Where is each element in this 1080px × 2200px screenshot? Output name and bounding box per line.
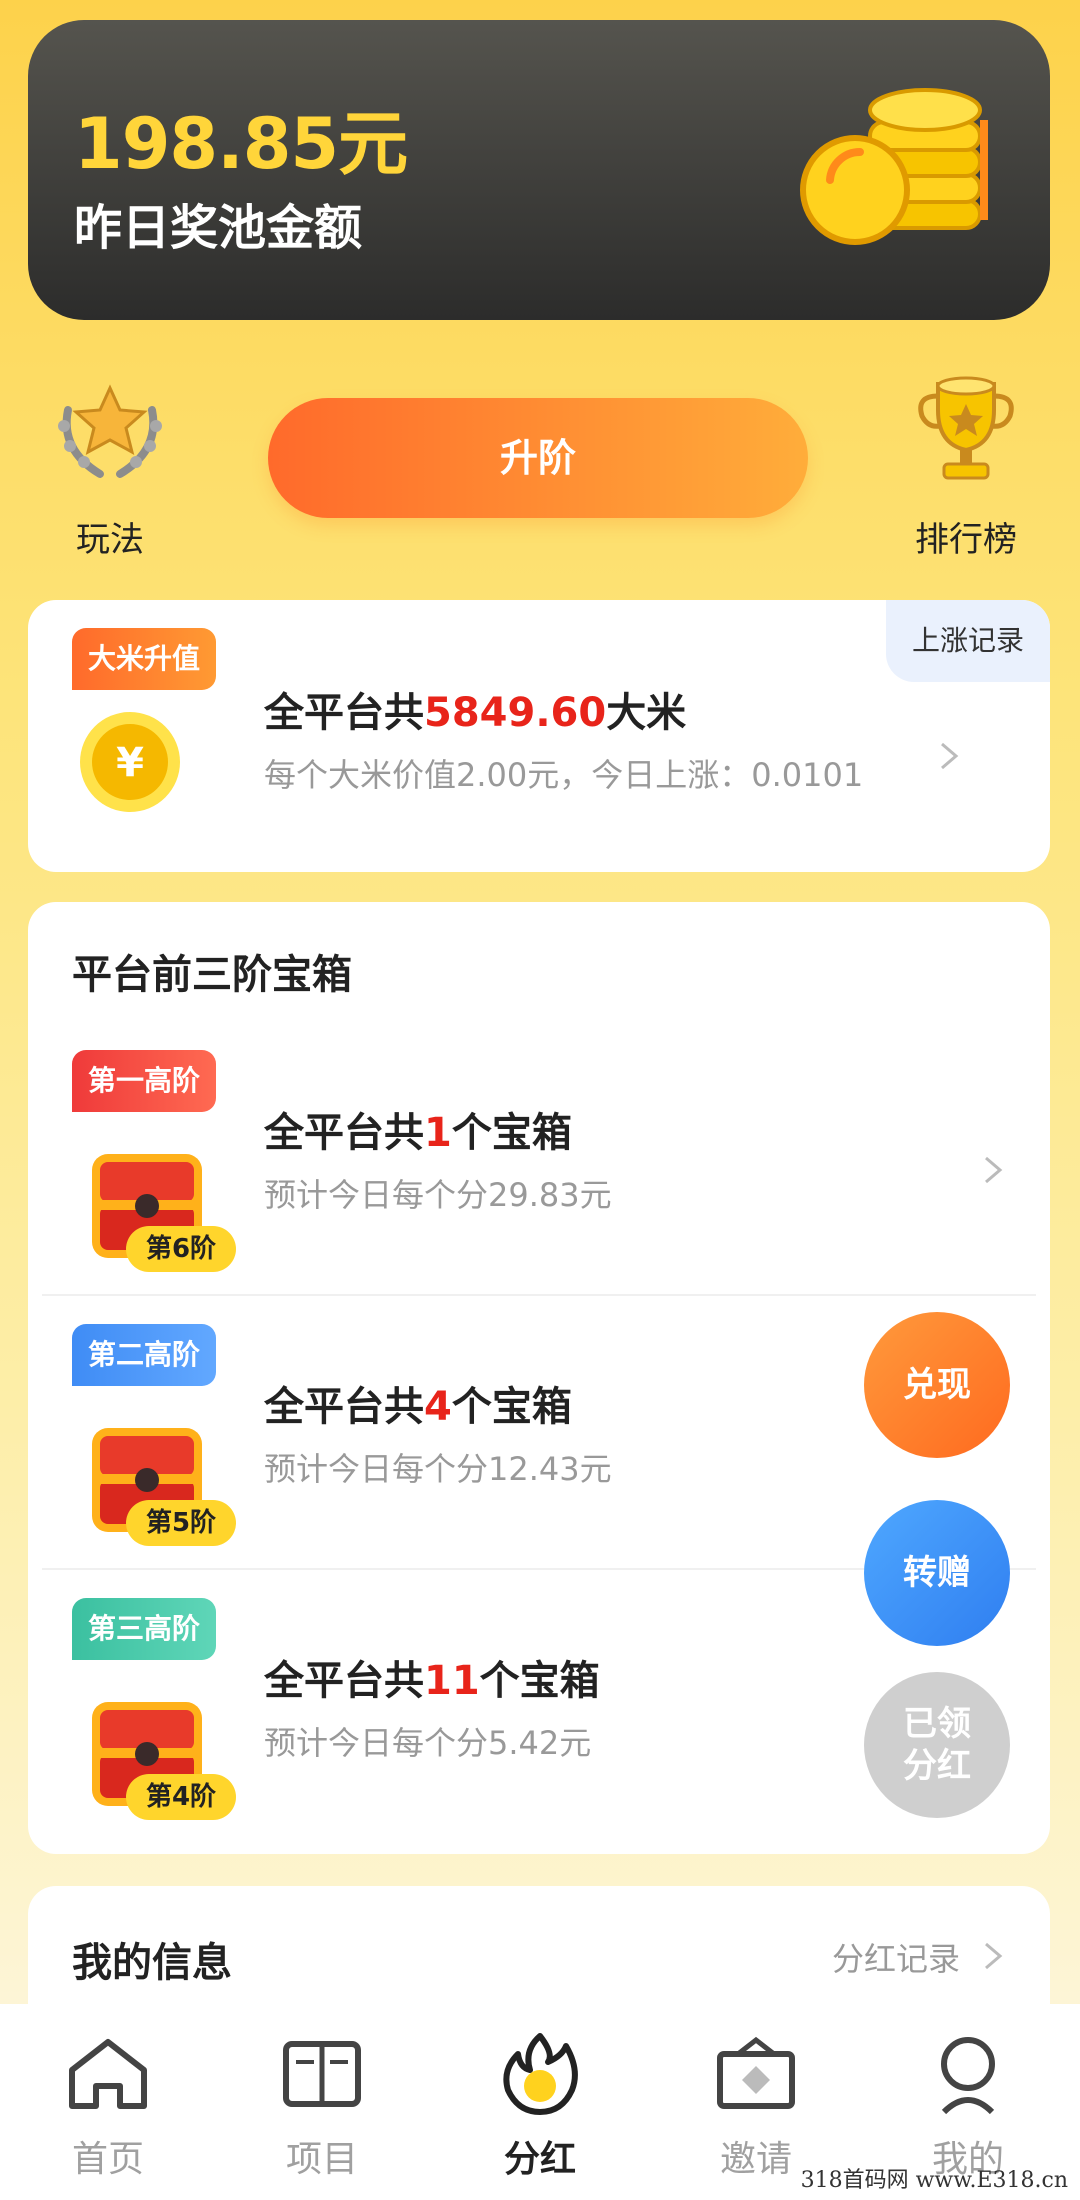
chest-level-badge: 第5阶 xyxy=(126,1500,236,1546)
pool-label: 昨日奖池金额 xyxy=(74,200,363,256)
chest-level-badge: 第6阶 xyxy=(126,1226,236,1272)
chest-level-badge: 第4阶 xyxy=(126,1774,236,1820)
nav-dividend[interactable]: 分红 xyxy=(470,2030,610,2182)
coin-stack-icon xyxy=(800,88,988,245)
transfer-button[interactable]: 转赠 xyxy=(864,1500,1010,1646)
claimed-line2: 分红 xyxy=(903,1746,971,1786)
claimed-line1: 已领 xyxy=(903,1704,971,1744)
tier-row[interactable]: 第一高阶 第6阶 全平台共1个宝箱 预计今日每个分29.83元 xyxy=(28,1050,1050,1324)
tier-title: 全平台共1个宝箱 xyxy=(264,1110,572,1156)
rice-value-card[interactable]: 大米升值 上涨记录 ¥ 全平台共5849.60大米 每个大米价值2.00元，今日… xyxy=(28,600,1050,872)
yen-coin-icon: ¥ xyxy=(80,712,180,812)
nav-label: 项目 xyxy=(285,2139,358,2180)
nav-label: 首页 xyxy=(71,2139,144,2180)
home-icon xyxy=(69,2039,147,2109)
dividend-record-link[interactable]: 分红记录 xyxy=(832,1934,960,1980)
divider xyxy=(42,1294,1036,1296)
nav-profile[interactable]: 我的 xyxy=(898,2030,1038,2182)
tier-tag: 第三高阶 xyxy=(72,1598,217,1660)
envelope-icon xyxy=(717,2036,795,2109)
tier-tag: 第二高阶 xyxy=(72,1324,217,1386)
upgrade-button[interactable]: 升阶 xyxy=(268,398,808,518)
rice-total: 全平台共5849.60大米 xyxy=(264,690,687,736)
ranking-button[interactable]: 排行榜 xyxy=(886,370,1046,561)
book-icon xyxy=(283,2041,361,2107)
tier-title: 全平台共4个宝箱 xyxy=(264,1384,572,1430)
ranking-label: 排行榜 xyxy=(915,520,1017,560)
pool-amount: 198.85元 xyxy=(74,103,408,185)
nav-invite[interactable]: 邀请 xyxy=(686,2030,826,2182)
my-info-title: 我的信息 xyxy=(72,1940,232,1986)
flame-icon xyxy=(503,2033,578,2115)
svg-text:¥: ¥ xyxy=(116,740,144,786)
bottom-nav: 首页 项目 分红 邀请 我的 318首码网 www.E318.cn xyxy=(0,2004,1080,2200)
claimed-dividend-button[interactable]: 已领 分红 xyxy=(864,1672,1010,1818)
rice-subtitle: 每个大米价值2.00元，今日上涨：0.0101 xyxy=(264,756,864,794)
watermark-text: 318首码网 www.E318.cn xyxy=(800,2168,1068,2193)
chevron-right-icon xyxy=(928,736,968,776)
tier-estimate: 预计今日每个分5.42元 xyxy=(264,1724,592,1762)
play-rules-label: 玩法 xyxy=(76,520,144,560)
cash-out-button[interactable]: 兑现 xyxy=(864,1312,1010,1458)
pool-card: 198.85元 昨日奖池金额 xyxy=(28,20,1050,320)
tiers-title: 平台前三阶宝箱 xyxy=(72,952,352,998)
tier-tag: 第一高阶 xyxy=(72,1050,217,1112)
laurel-star-icon xyxy=(58,384,162,478)
rise-record-button[interactable]: 上涨记录 xyxy=(886,600,1050,682)
tier-estimate: 预计今日每个分29.83元 xyxy=(264,1176,612,1214)
chevron-right-icon xyxy=(972,1150,1012,1190)
trophy-icon xyxy=(918,376,1014,480)
tier-estimate: 预计今日每个分12.43元 xyxy=(264,1450,612,1488)
nav-label: 分红 xyxy=(503,2139,576,2180)
rice-amount: 5849.60 xyxy=(424,690,607,736)
play-rules-button[interactable]: 玩法 xyxy=(30,370,190,561)
profile-icon xyxy=(941,2037,995,2115)
chevron-right-icon xyxy=(972,1936,1012,1976)
rice-tag: 大米升值 xyxy=(72,628,217,690)
nav-home[interactable]: 首页 xyxy=(38,2030,178,2182)
tier-title: 全平台共11个宝箱 xyxy=(264,1658,600,1704)
nav-projects[interactable]: 项目 xyxy=(252,2030,392,2182)
